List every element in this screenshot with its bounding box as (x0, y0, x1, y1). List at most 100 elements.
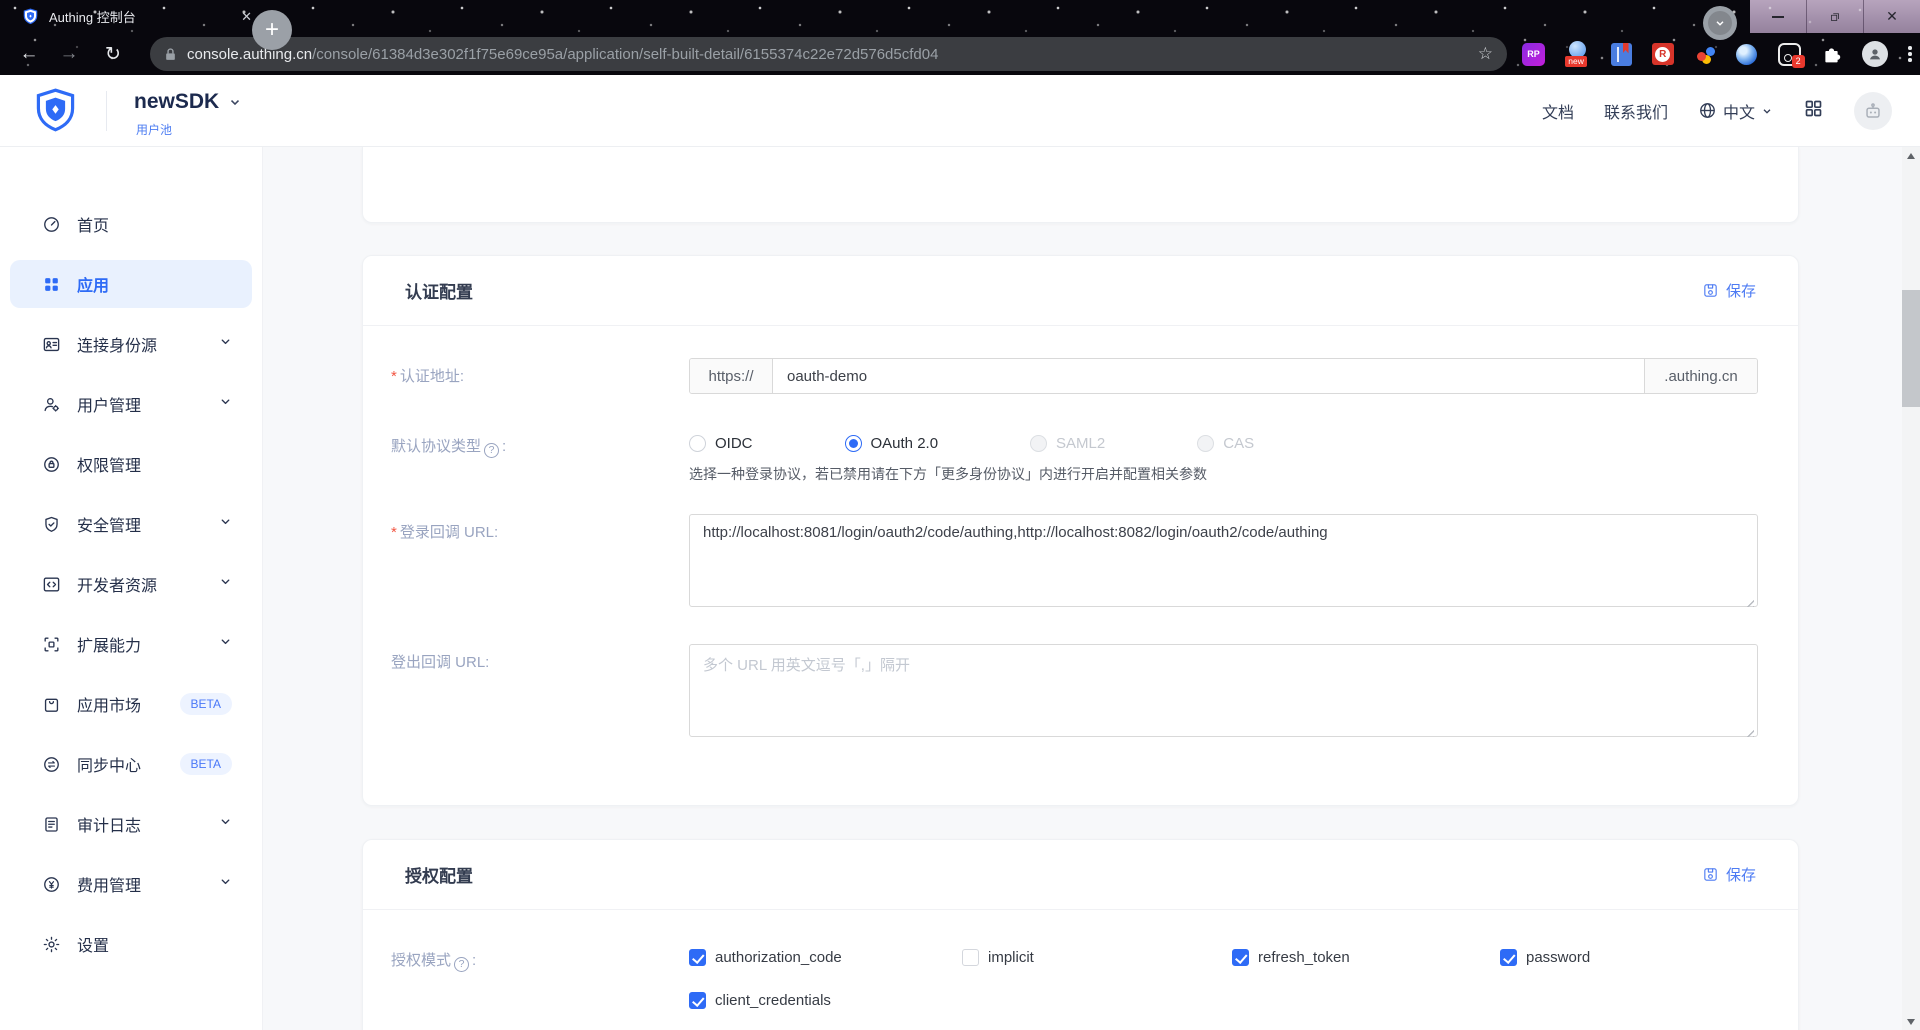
extension-colorful-icon[interactable] (1694, 43, 1716, 65)
home-gauge-icon (42, 215, 61, 234)
checkbox-authorization-code[interactable]: authorization_code (689, 949, 962, 966)
checkbox-implicit[interactable]: implicit (962, 949, 1232, 966)
browser-refresh-button[interactable]: ↻ (94, 33, 132, 75)
address-bar[interactable]: console.authing.cn/console/61384d3e302f1… (150, 37, 1507, 71)
apps-grid-icon (42, 275, 61, 294)
sidebar-item-apps[interactable]: 应用 (10, 260, 252, 308)
sidebar-item-user-management[interactable]: 用户管理 (10, 380, 252, 428)
card-title: 认证配置 (405, 278, 473, 303)
extension-sphere-icon[interactable] (1736, 44, 1757, 65)
auth-save-button[interactable]: 保存 (1702, 280, 1756, 301)
help-icon[interactable]: ? (484, 443, 499, 458)
sync-icon (42, 755, 61, 774)
sidebar-item-identity-sources[interactable]: 连接身份源 (10, 320, 252, 368)
workspace-switcher[interactable]: newSDK (134, 90, 242, 114)
tab-title: Authing 控制台 (49, 7, 233, 26)
audit-log-icon (42, 815, 61, 834)
chevron-down-icon (219, 635, 232, 653)
extensions-puzzle-icon[interactable] (1821, 44, 1842, 65)
user-avatar[interactable] (1854, 92, 1892, 130)
theme-collapse-button[interactable] (1703, 6, 1737, 40)
tab-close-icon[interactable]: ✕ (241, 9, 252, 25)
restore-icon (1829, 11, 1841, 23)
sidebar-item-audit-logs[interactable]: 审计日志 (10, 800, 252, 848)
extension-r-icon[interactable]: R (1652, 43, 1674, 65)
radio-oidc[interactable]: OIDC (689, 435, 753, 452)
sidebar-item-billing-management[interactable]: 费用管理 (10, 860, 252, 908)
sidebar-item-label: 权限管理 (77, 452, 141, 476)
url-path: /console/61384d3e302f1f75e69ce95a/applic… (312, 46, 1467, 63)
logout-callback-textarea[interactable] (689, 644, 1758, 737)
sidebar-item-label: 连接身份源 (77, 332, 157, 356)
app-header: newSDK 用户池 文档 联系我们 中文 (0, 75, 1920, 147)
radio-cas: CAS (1197, 435, 1254, 452)
header-divider (106, 91, 107, 131)
user-management-icon (42, 395, 61, 414)
window-close-button[interactable]: ✕ (1863, 0, 1920, 33)
sidebar-item-extension-capabilities[interactable]: 扩展能力 (10, 620, 252, 668)
checkbox-password[interactable]: password (1500, 949, 1758, 966)
permission-lock-icon (42, 455, 61, 474)
radio-oauth2[interactable]: OAuth 2.0 (845, 435, 939, 452)
checkbox-client-credentials[interactable]: client_credentials (689, 992, 962, 1009)
browser-profile-avatar[interactable] (1862, 41, 1888, 67)
extension-new-badge-icon[interactable]: new (1565, 41, 1590, 67)
browser-forward-button[interactable]: → (50, 33, 88, 75)
sidebar-item-app-marketplace[interactable]: 应用市场 BETA (10, 680, 252, 728)
sidebar-item-home[interactable]: 首页 (10, 200, 252, 248)
save-floppy-icon (1702, 282, 1719, 299)
checkbox-refresh-token[interactable]: refresh_token (1232, 949, 1500, 966)
sidebar-item-settings[interactable]: 设置 (10, 920, 252, 968)
login-callback-textarea[interactable]: http://localhost:8081/login/oauth2/code/… (689, 514, 1758, 607)
chevron-down-icon (219, 875, 232, 893)
grant-config-card: 授权配置 保存 授权模式?: authorization_code implic… (362, 839, 1799, 1030)
extension-book-icon[interactable] (1611, 43, 1632, 66)
scrollbar-thumb[interactable] (1902, 290, 1920, 407)
sidebar-item-label: 首页 (77, 212, 109, 236)
window-minimize-button[interactable] (1750, 0, 1806, 33)
sidebar-item-developer-resources[interactable]: 开发者资源 (10, 560, 252, 608)
extension-rp-icon[interactable]: RP (1522, 43, 1545, 66)
save-label: 保存 (1726, 864, 1756, 885)
authing-logo[interactable] (32, 87, 79, 134)
beta-badge: BETA (180, 753, 232, 775)
authing-favicon-icon (22, 8, 39, 25)
chevron-down-icon (228, 95, 242, 109)
notification-badge: 2 (1792, 55, 1805, 68)
close-icon: ✕ (1886, 8, 1898, 25)
docs-link[interactable]: 文档 (1542, 99, 1574, 123)
extension-icon (42, 635, 61, 654)
apps-grid-button[interactable] (1803, 98, 1824, 124)
bookmark-star-icon[interactable]: ☆ (1478, 44, 1493, 64)
browser-back-button[interactable]: ← (10, 33, 48, 75)
window-restore-button[interactable] (1806, 0, 1863, 33)
globe-icon (1698, 101, 1717, 120)
contact-link[interactable]: 联系我们 (1604, 99, 1668, 123)
auth-address-input[interactable] (773, 359, 1644, 393)
dots-icon (1908, 46, 1912, 50)
chevron-down-icon (1761, 105, 1773, 117)
plus-icon: + (265, 18, 279, 42)
save-floppy-icon (1702, 866, 1719, 883)
extension-qr-icon[interactable]: 2 (1778, 43, 1801, 66)
login-callback-label: *登录回调 URL: (391, 514, 689, 542)
sidebar-item-sync-center[interactable]: 同步中心 BETA (10, 740, 252, 788)
browser-window: Authing 控制台 ✕ + ✕ ← → ↻ console.authing.… (0, 0, 1920, 1030)
sidebar-item-security-management[interactable]: 安全管理 (10, 500, 252, 548)
sidebar-item-label: 开发者资源 (77, 572, 157, 596)
app-body: 首页 应用 连接身份源 用户管理 权限管理 (0, 147, 1920, 1030)
sidebar-item-permission-management[interactable]: 权限管理 (10, 440, 252, 488)
chevron-down-icon (219, 395, 232, 413)
browser-tab[interactable]: Authing 控制台 ✕ (8, 0, 258, 33)
auth-address-label: *认证地址: (391, 358, 689, 386)
scrollbar-down-arrow[interactable] (1902, 1013, 1920, 1030)
chevron-down-icon (219, 335, 232, 353)
grant-save-button[interactable]: 保存 (1702, 864, 1756, 885)
help-icon[interactable]: ? (454, 957, 469, 972)
minimize-icon (1772, 16, 1784, 18)
save-label: 保存 (1726, 280, 1756, 301)
sidebar-item-label: 审计日志 (77, 812, 141, 836)
scrollbar-up-arrow[interactable] (1902, 147, 1920, 164)
language-switcher[interactable]: 中文 (1698, 99, 1773, 123)
new-tab-button[interactable]: + (252, 10, 292, 50)
